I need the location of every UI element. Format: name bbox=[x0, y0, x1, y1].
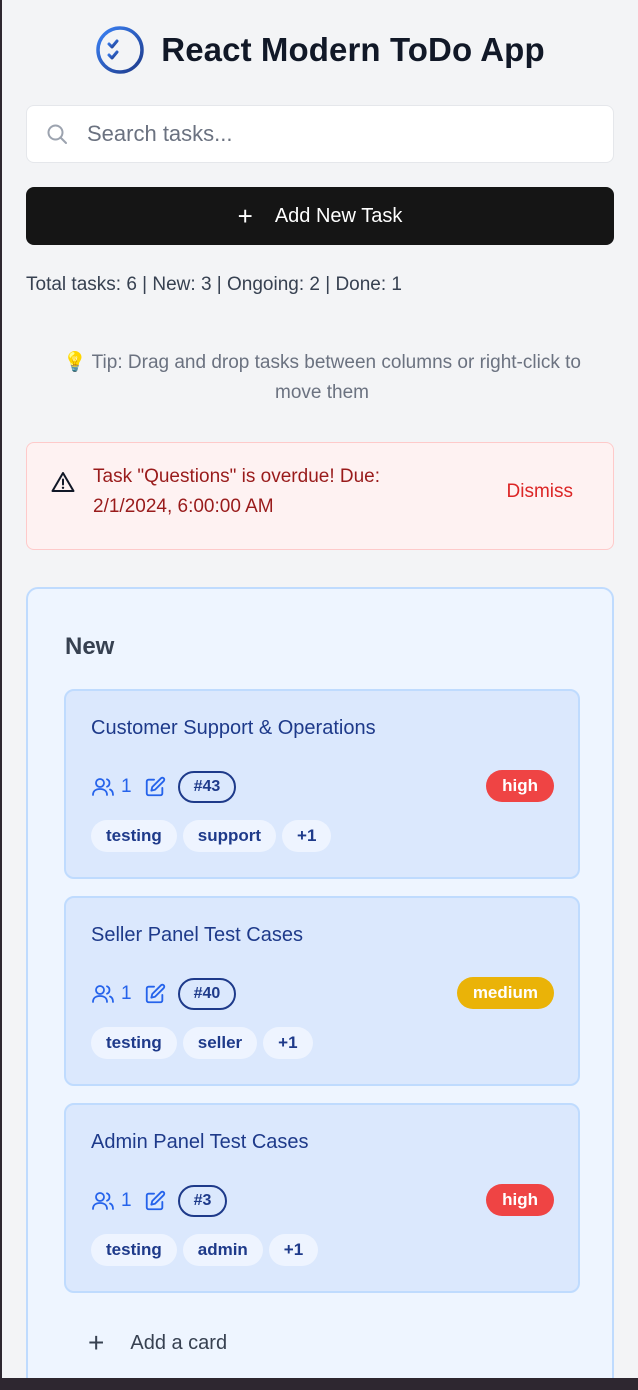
task-title: Admin Panel Test Cases bbox=[91, 1131, 309, 1153]
users-icon bbox=[92, 985, 114, 1003]
task-title: Customer Support & Operations bbox=[91, 717, 376, 739]
warning-triangle-icon bbox=[51, 472, 75, 492]
checklist-icon bbox=[96, 26, 145, 74]
edit-icon[interactable] bbox=[144, 776, 166, 798]
task-card[interactable]: Seller Panel Test Cases 1 #40 medium tes… bbox=[64, 896, 580, 1086]
task-meta: 1 #43 bbox=[91, 770, 237, 804]
alert-message: Task "Questions" is overdue! Due: 2/1/20… bbox=[93, 466, 381, 517]
tag-more: +1 bbox=[268, 1234, 319, 1266]
task-card[interactable]: Customer Support & Operations 1 #43 high… bbox=[64, 689, 580, 879]
users-icon bbox=[92, 1192, 114, 1210]
tag: testing bbox=[91, 820, 177, 852]
tag: testing bbox=[91, 1234, 177, 1266]
tag: seller bbox=[182, 1027, 258, 1059]
priority-badge: high bbox=[486, 1184, 554, 1216]
add-new-task-button[interactable]: + Add New Task bbox=[26, 187, 614, 245]
lightbulb-icon: 💡 bbox=[63, 352, 87, 373]
tag-more: +1 bbox=[263, 1027, 313, 1059]
tag: admin bbox=[182, 1234, 263, 1266]
task-number-badge: #3 bbox=[177, 1185, 228, 1217]
tip-text: 💡 Tip: Drag and drop tasks between colum… bbox=[42, 348, 602, 408]
page-title: React Modern ToDo App bbox=[161, 31, 545, 68]
edit-icon[interactable] bbox=[144, 983, 166, 1005]
assignee-count: 1 bbox=[121, 776, 132, 797]
task-meta: 1 #3 bbox=[91, 1184, 228, 1218]
add-card-button[interactable]: + Add a card bbox=[88, 1329, 227, 1357]
task-number-badge: #40 bbox=[177, 978, 237, 1010]
app-window: React Modern ToDo App + Add New Task Tot… bbox=[2, 0, 638, 1378]
task-stats: Total tasks: 6 | New: 3 | Ongoing: 2 | D… bbox=[26, 274, 403, 295]
search-bar[interactable] bbox=[26, 105, 614, 163]
assignee-count: 1 bbox=[121, 1190, 132, 1211]
edit-icon[interactable] bbox=[144, 1190, 166, 1212]
tag-list: testing support +1 bbox=[91, 820, 332, 852]
task-card[interactable]: Admin Panel Test Cases 1 #3 high testing bbox=[64, 1103, 580, 1293]
tag: testing bbox=[91, 1027, 177, 1059]
users-icon bbox=[92, 778, 114, 796]
tag-more: +1 bbox=[282, 820, 332, 852]
app-header: React Modern ToDo App bbox=[2, 22, 638, 78]
column-new: New Customer Support & Operations 1 #43 … bbox=[26, 587, 614, 1378]
overdue-alert: Task "Questions" is overdue! Due: 2/1/20… bbox=[26, 442, 614, 550]
column-title: New bbox=[65, 633, 115, 660]
add-card-label: Add a card bbox=[130, 1331, 228, 1354]
tag-list: testing admin +1 bbox=[91, 1234, 319, 1266]
priority-badge: medium bbox=[456, 977, 554, 1009]
assignee-count: 1 bbox=[121, 983, 132, 1004]
task-number-badge: #43 bbox=[177, 771, 237, 803]
add-new-task-label: Add New Task bbox=[274, 204, 403, 227]
tip-message: Tip: Drag and drop tasks between columns… bbox=[91, 352, 581, 403]
priority-badge: high bbox=[486, 770, 554, 802]
tag-list: testing seller +1 bbox=[91, 1027, 313, 1059]
task-meta: 1 #40 bbox=[91, 977, 237, 1011]
dismiss-button[interactable]: Dismiss bbox=[507, 481, 574, 503]
tag: support bbox=[182, 820, 277, 852]
search-icon bbox=[47, 124, 67, 144]
plus-icon: + bbox=[88, 1327, 105, 1358]
search-input[interactable] bbox=[87, 121, 613, 147]
task-title: Seller Panel Test Cases bbox=[91, 924, 303, 946]
plus-icon: + bbox=[237, 201, 253, 231]
